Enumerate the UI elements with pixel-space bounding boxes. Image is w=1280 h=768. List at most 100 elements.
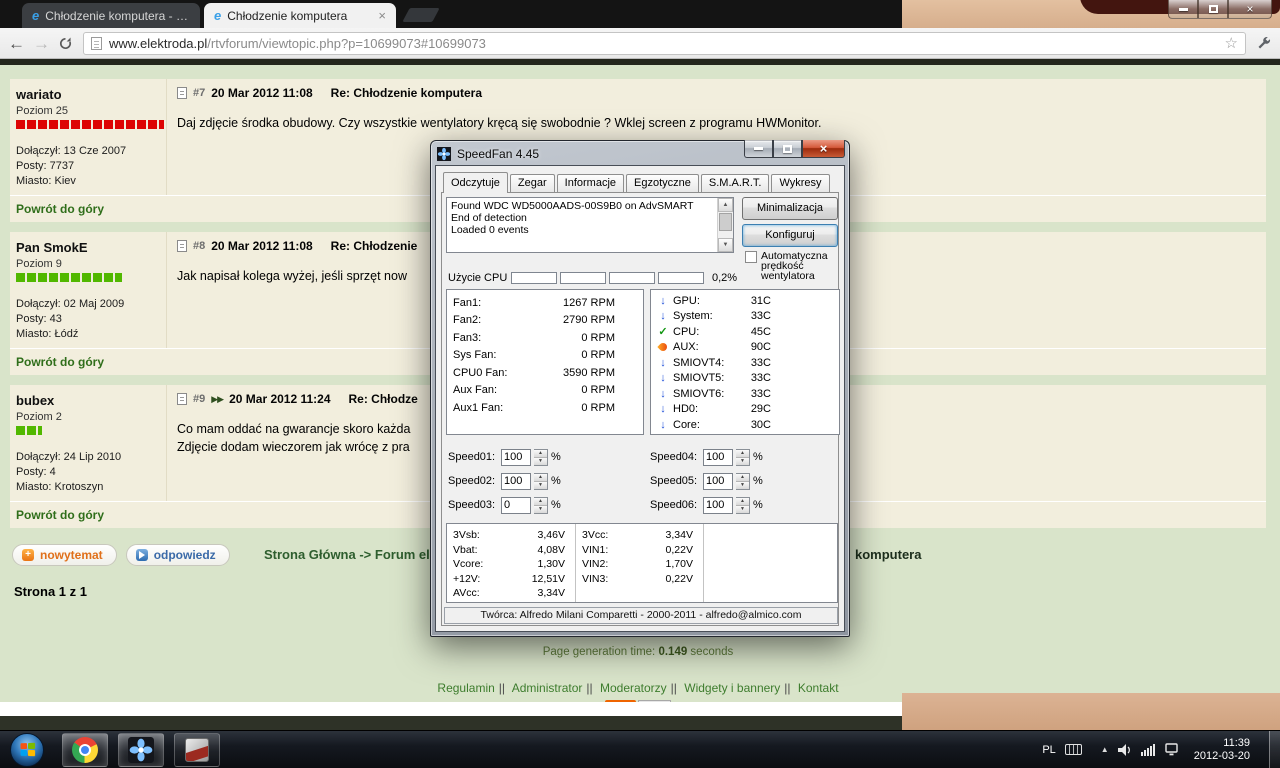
speedfan-close-button[interactable]: ×: [802, 140, 845, 158]
browser-tab-1[interactable]: e Chłodzenie komputera - Ha...: [22, 3, 200, 28]
new-topic-button[interactable]: + nowytemat: [12, 544, 117, 566]
breadcrumb[interactable]: Strona Główna -> Forum elektr: [264, 547, 454, 562]
voltage-row: Vcore: 1,30V: [453, 558, 565, 573]
speedfan-maximize-button[interactable]: [773, 140, 802, 158]
post-number[interactable]: #9: [193, 393, 205, 405]
speed-input[interactable]: 0: [501, 496, 531, 514]
log-scrollbar[interactable]: ▲ ▼: [717, 198, 733, 252]
volume-icon[interactable]: [1117, 743, 1132, 756]
speed-stepper[interactable]: ▲ ▼: [534, 496, 548, 514]
post-author[interactable]: Pan SmokE: [16, 240, 158, 255]
stepper-up-icon[interactable]: ▲: [736, 497, 749, 505]
back-to-top-link[interactable]: Powrót do góry: [16, 355, 104, 369]
tab-odczytuje[interactable]: Odczytuje: [443, 172, 508, 193]
temperature-trend-icon: [657, 326, 669, 338]
stepper-up-icon[interactable]: ▲: [534, 497, 547, 505]
address-bar[interactable]: www.elektroda.pl/rtvforum/viewtopic.php?…: [83, 31, 1246, 55]
language-indicator[interactable]: PL: [1042, 744, 1055, 756]
taskbar-chrome-button[interactable]: [62, 732, 108, 767]
post-number[interactable]: #8: [193, 240, 205, 252]
back-button[interactable]: ←: [8, 35, 25, 52]
bookmark-star-icon[interactable]: ☆: [1225, 34, 1238, 52]
temperature-label: CPU:: [673, 325, 700, 338]
taskbar-speedfan-button[interactable]: [118, 732, 164, 767]
speed-stepper[interactable]: ▲ ▼: [534, 448, 548, 466]
scroll-up-icon[interactable]: ▲: [718, 198, 733, 212]
auto-fan-speed-checkbox[interactable]: Automatyczna prędkość wentylatora: [745, 251, 841, 281]
stepper-down-icon[interactable]: ▼: [736, 504, 749, 513]
speed-input[interactable]: 100: [703, 496, 733, 514]
post-author[interactable]: bubex: [16, 393, 158, 408]
tab-wykresy[interactable]: Wykresy: [771, 174, 830, 192]
footer-link[interactable]: Regulamin: [437, 681, 494, 695]
speed-input[interactable]: 100: [703, 448, 733, 466]
stepper-up-icon[interactable]: ▲: [534, 473, 547, 481]
tab-informacje[interactable]: Informacje: [556, 174, 625, 192]
fan-label: Fan2:: [453, 314, 482, 327]
tab-egzotyczne[interactable]: Egzotyczne: [626, 174, 699, 192]
refresh-button[interactable]: [58, 36, 73, 51]
footer-link[interactable]: Widgety i bannery: [684, 681, 780, 695]
fast-forward-icon[interactable]: ▶▶: [211, 394, 224, 405]
signal-strength-icon[interactable]: [1140, 743, 1155, 756]
window-close-button[interactable]: ×: [1228, 0, 1272, 19]
speedfan-minimize-button[interactable]: [744, 140, 773, 158]
speed-stepper[interactable]: ▲ ▼: [736, 496, 750, 514]
new-tab-button[interactable]: [402, 8, 440, 22]
window-maximize-button[interactable]: [1198, 0, 1228, 19]
forward-button[interactable]: →: [33, 35, 50, 52]
speedfan-titlebar[interactable]: SpeedFan 4.45 ×: [435, 140, 845, 165]
stepper-up-icon[interactable]: ▲: [736, 473, 749, 481]
scroll-down-icon[interactable]: ▼: [718, 238, 733, 252]
author-city: Miasto: Kiev: [16, 175, 76, 187]
stepper-up-icon[interactable]: ▲: [534, 449, 547, 457]
browser-tab-2-active[interactable]: e Chłodzenie komputera ×: [204, 3, 396, 28]
keyboard-layout-icon[interactable]: [1064, 744, 1082, 755]
show-desktop-button[interactable]: [1269, 730, 1280, 768]
speed-stepper[interactable]: ▲ ▼: [736, 448, 750, 466]
post-document-icon[interactable]: [177, 393, 187, 405]
stepper-down-icon[interactable]: ▼: [534, 480, 547, 489]
page-icon[interactable]: [91, 36, 102, 50]
stepper-down-icon[interactable]: ▼: [534, 504, 547, 513]
post-document-icon[interactable]: [177, 87, 187, 99]
post-author[interactable]: wariato: [16, 87, 158, 102]
author-level: Poziom 2: [16, 411, 62, 423]
speed-input[interactable]: 100: [703, 472, 733, 490]
post-document-icon[interactable]: [177, 240, 187, 252]
speed-input[interactable]: 100: [501, 472, 531, 490]
speed-input[interactable]: 100: [501, 448, 531, 466]
window-minimize-button[interactable]: [1168, 0, 1198, 19]
show-hidden-icons-chevron[interactable]: ▲: [1101, 745, 1109, 754]
back-to-top-link[interactable]: Powrót do góry: [16, 202, 104, 216]
footer-item: Regulamin ||: [437, 681, 509, 695]
temperature-value: 33C: [750, 356, 771, 369]
tab-smart[interactable]: S.M.A.R.T.: [700, 174, 770, 192]
checkbox-icon[interactable]: [745, 251, 757, 263]
tab-close-icon[interactable]: ×: [378, 8, 386, 23]
reply-button[interactable]: odpowiedz: [125, 544, 230, 566]
stepper-up-icon[interactable]: ▲: [736, 449, 749, 457]
back-to-top-link[interactable]: Powrót do góry: [16, 508, 104, 522]
stepper-down-icon[interactable]: ▼: [736, 456, 749, 465]
wrench-menu-icon[interactable]: [1256, 35, 1272, 51]
page-bottom-strip: [0, 702, 902, 716]
minimalizacja-button[interactable]: Minimalizacja: [742, 197, 838, 220]
scroll-thumb[interactable]: [719, 213, 732, 231]
temperature-trend-icon: [657, 388, 669, 400]
stepper-down-icon[interactable]: ▼: [736, 480, 749, 489]
speed-stepper[interactable]: ▲ ▼: [534, 472, 548, 490]
footer-link[interactable]: Moderatorzy: [600, 681, 667, 695]
detection-log[interactable]: ▲ ▼ Found WDC WD5000AADS-00S9B0 on AdvSM…: [446, 197, 734, 253]
network-icon[interactable]: [1164, 743, 1179, 756]
tab-zegar[interactable]: Zegar: [509, 174, 555, 192]
taskbar-app-button[interactable]: [174, 732, 220, 767]
konfiguruj-button[interactable]: Konfiguruj: [742, 224, 838, 247]
post-number[interactable]: #7: [193, 87, 205, 99]
taskbar-clock[interactable]: 11:39 2012-03-20: [1194, 737, 1250, 763]
start-button[interactable]: [10, 732, 44, 767]
footer-link[interactable]: Kontakt: [798, 681, 839, 695]
stepper-down-icon[interactable]: ▼: [534, 456, 547, 465]
speed-stepper[interactable]: ▲ ▼: [736, 472, 750, 490]
footer-link[interactable]: Administrator: [512, 681, 583, 695]
